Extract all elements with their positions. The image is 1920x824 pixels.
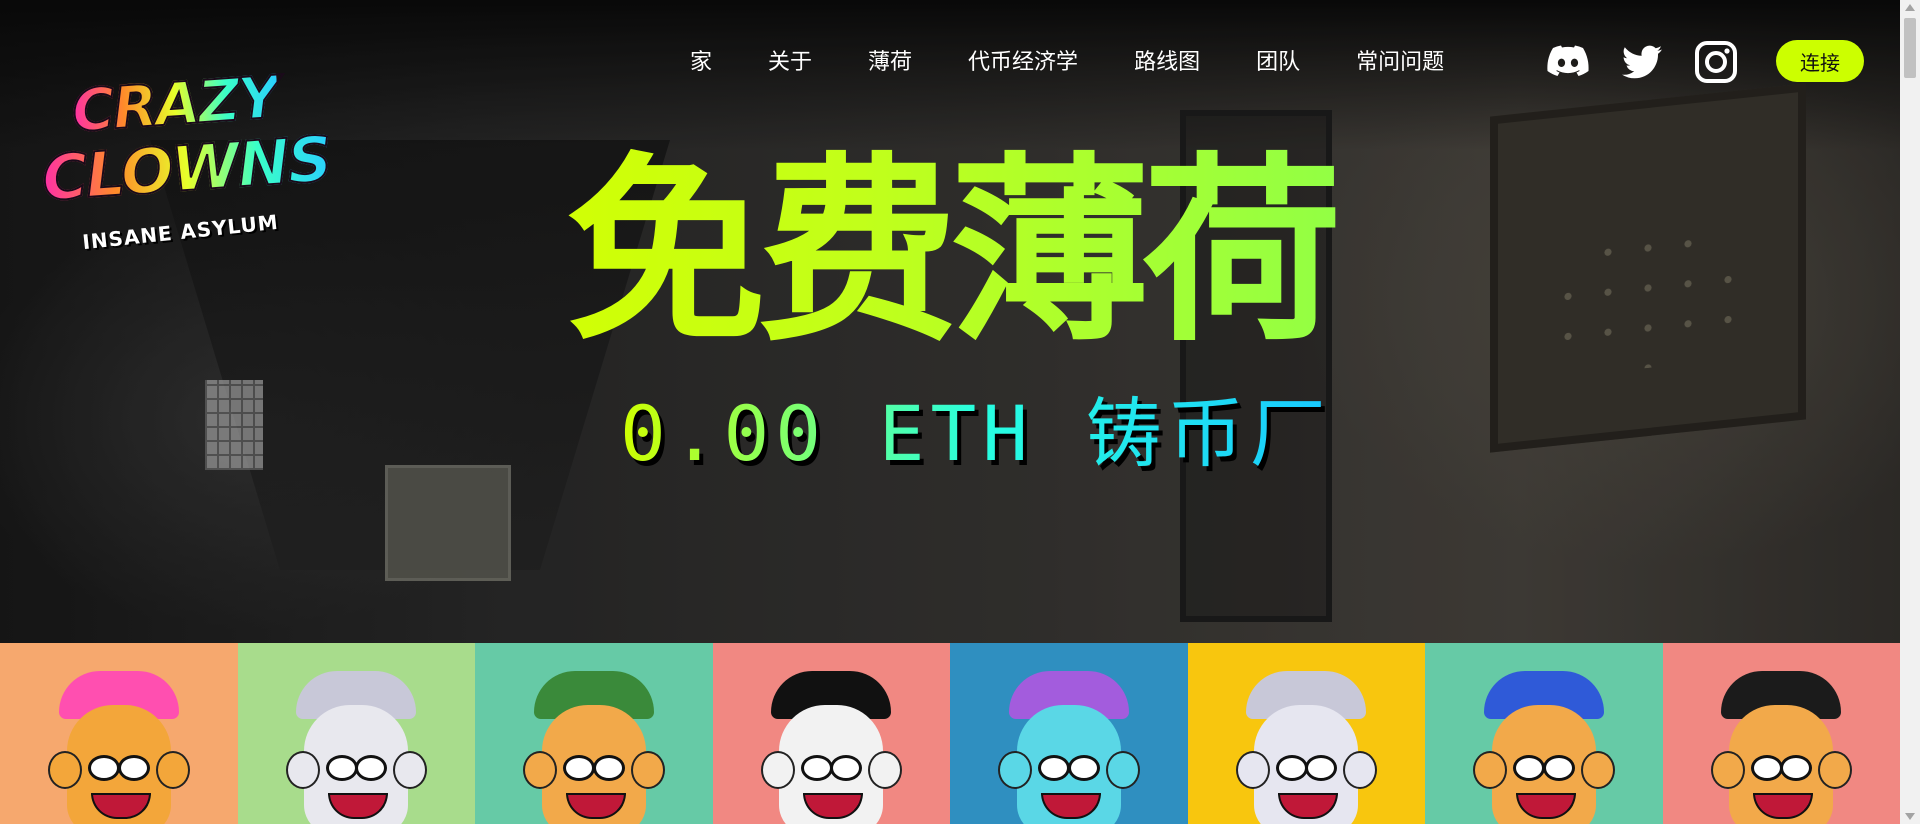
main-nav: 家 关于 薄荷 代币经济学 路线图 团队 常问问题 <box>690 44 1500 76</box>
scrollbar-thumb[interactable] <box>1904 18 1916 78</box>
site-logo[interactable]: CRAZY CLOWNS INSANE ASYLUM <box>39 62 334 270</box>
nav-item-home[interactable]: 家 <box>690 44 712 76</box>
clown-ear-right <box>1105 751 1140 789</box>
clown-eye-left <box>88 755 120 781</box>
clown-eye-left <box>800 755 833 781</box>
clown-eye-left <box>1750 755 1783 781</box>
clown-eye-right <box>1067 755 1100 781</box>
clown-eye-right <box>117 755 150 781</box>
instagram-icon[interactable] <box>1692 38 1740 86</box>
clown-eye-left <box>563 755 595 781</box>
connect-wallet-button[interactable]: 连接 <box>1776 40 1864 82</box>
nft-tile[interactable] <box>1187 643 1425 824</box>
clown-ear-left <box>998 751 1032 789</box>
nav-item-roadmap[interactable]: 路线图 <box>1134 44 1200 76</box>
clown-ear-right <box>630 751 665 789</box>
clown-eye-left <box>325 755 358 781</box>
nav-item-tokenomics[interactable]: 代币经济学 <box>968 44 1078 76</box>
nav-item-mint[interactable]: 薄荷 <box>868 44 912 76</box>
nft-tile[interactable] <box>0 643 238 824</box>
discord-icon[interactable] <box>1544 38 1592 86</box>
clown-ear-left <box>523 751 557 789</box>
clown-eye-right <box>1780 755 1812 781</box>
clown-ear-right <box>1343 751 1377 789</box>
clown-ear-left <box>760 751 795 789</box>
clown-eye-right <box>1305 755 1337 781</box>
clown-ear-right <box>1818 751 1852 789</box>
clown-ear-left <box>1710 751 1745 789</box>
clown-ear-left <box>48 751 82 789</box>
social-links <box>1544 38 1766 86</box>
scroll-down-arrow-icon[interactable] <box>1905 813 1915 820</box>
twitter-icon[interactable] <box>1618 38 1666 86</box>
vertical-scrollbar[interactable] <box>1900 0 1920 824</box>
clown-eye-left <box>1038 755 1070 781</box>
nft-tile[interactable] <box>1425 643 1663 824</box>
clown-ear-left <box>285 751 320 789</box>
nft-tile[interactable] <box>237 643 475 824</box>
clown-eye-right <box>355 755 387 781</box>
hero-subline: 0.00 ETH 铸币厂 <box>620 372 1332 482</box>
clown-ear-right <box>393 751 427 789</box>
clown-ear-left <box>1473 751 1507 789</box>
nft-tile[interactable] <box>712 643 950 824</box>
clown-ear-right <box>868 751 902 789</box>
clown-ear-left <box>1235 751 1270 789</box>
logo-tagline: INSANE ASYLUM <box>81 209 280 255</box>
nft-tile[interactable] <box>1662 643 1900 824</box>
nav-item-faq[interactable]: 常问问题 <box>1356 44 1444 76</box>
clown-eye-right <box>830 755 862 781</box>
clown-eye-left <box>1275 755 1308 781</box>
nav-item-team[interactable]: 团队 <box>1256 44 1300 76</box>
nav-item-about[interactable]: 关于 <box>768 44 812 76</box>
clown-ear-right <box>155 751 190 789</box>
clown-eye-right <box>592 755 625 781</box>
nft-gallery-strip <box>0 643 1900 824</box>
clown-ear-right <box>1580 751 1615 789</box>
hero-headline: 免费薄荷 <box>500 148 1400 358</box>
nft-tile[interactable] <box>950 643 1188 824</box>
scroll-up-arrow-icon[interactable] <box>1905 4 1915 11</box>
clown-eye-left <box>1513 755 1545 781</box>
nft-tile[interactable] <box>475 643 713 824</box>
clown-eye-right <box>1542 755 1575 781</box>
